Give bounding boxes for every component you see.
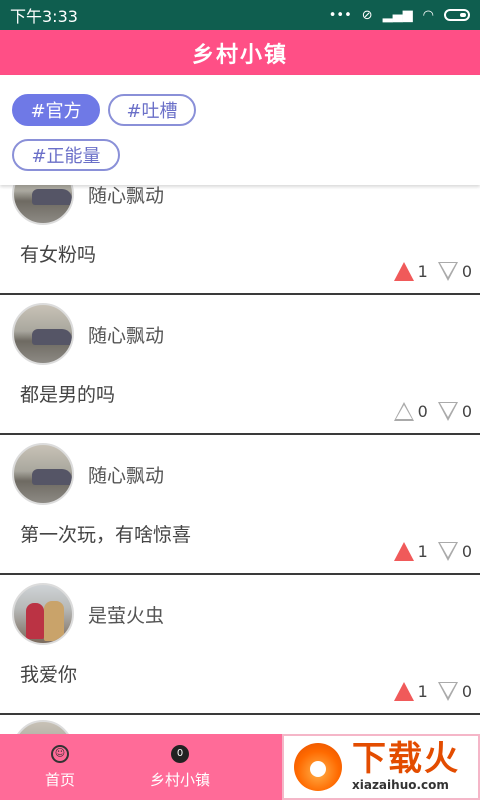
post-list[interactable]: 随心飘动 有女粉吗 1 0 随心飘动 都是男的吗 0 0 随心飘动 第一次玩，有… [0, 185, 480, 734]
avatar[interactable] [12, 185, 74, 225]
post-item-partial[interactable] [0, 715, 480, 734]
watermark-domain: xiazaihuo.com [352, 778, 449, 792]
mute-icon: ⊘ [361, 7, 373, 23]
signal-icon: ▂▄▆ [382, 7, 413, 23]
nav-village-town[interactable]: 0 乡村小镇 [120, 734, 240, 800]
nav-home-label: 首页 [44, 770, 75, 789]
downvote-count: 0 [461, 542, 472, 561]
watermark-text: 下载火 xiazaihuo.com [352, 742, 460, 792]
upvote-icon[interactable] [393, 682, 414, 701]
downvote-count: 0 [461, 402, 472, 421]
eye-icon: 0 [171, 744, 189, 763]
page-title: 乡村小镇 [191, 42, 288, 68]
download-fire-icon [294, 743, 342, 791]
tag-complaint[interactable]: #吐槽 [108, 94, 196, 126]
downvote-icon[interactable] [437, 542, 458, 561]
status-time: 下午3:33 [10, 7, 78, 26]
downvote-icon[interactable] [437, 402, 458, 421]
more-dots-icon: ••• [328, 7, 352, 23]
avatar[interactable] [12, 443, 74, 505]
smile-icon: ☺ [51, 744, 69, 763]
post-username[interactable]: 随心飘动 [88, 461, 164, 488]
watermark-logo: 下载火 xiazaihuo.com [282, 734, 480, 800]
nav-village-town-label: 乡村小镇 [149, 770, 210, 789]
downvote-count: 0 [461, 682, 472, 701]
post-item[interactable]: 随心飘动 都是男的吗 0 0 [0, 295, 480, 435]
downvote-icon[interactable] [437, 682, 458, 701]
post-username[interactable]: 随心飘动 [88, 185, 164, 208]
status-bar: 下午3:33 ••• ⊘ ▂▄▆ ◠ [0, 0, 480, 30]
battery-icon [444, 9, 470, 21]
post-item[interactable]: 随心飘动 有女粉吗 1 0 [0, 185, 480, 295]
tag-positive-energy[interactable]: #正能量 [12, 139, 120, 171]
post-content: 都是男的吗 [20, 384, 116, 406]
upvote-count: 1 [417, 682, 428, 701]
watermark-title: 下载火 [352, 739, 460, 779]
upvote-count: 0 [417, 402, 428, 421]
vote-controls: 1 0 [393, 682, 472, 701]
post-username[interactable]: 是萤火虫 [88, 601, 164, 628]
post-item[interactable]: 随心飘动 第一次玩，有啥惊喜 1 0 [0, 435, 480, 575]
post-content: 我爱你 [20, 664, 78, 686]
status-icons: ••• ⊘ ▂▄▆ ◠ [329, 8, 470, 23]
post-item[interactable]: 是萤火虫 我爱你 1 0 [0, 575, 480, 715]
upvote-icon[interactable] [393, 262, 414, 281]
vote-controls: 1 0 [393, 542, 472, 561]
vote-controls: 0 0 [393, 402, 472, 421]
post-content: 第一次玩，有啥惊喜 [20, 524, 192, 546]
upvote-icon[interactable] [393, 402, 414, 421]
avatar[interactable] [12, 720, 74, 734]
downvote-count: 0 [461, 262, 472, 281]
upvote-count: 1 [417, 542, 428, 561]
downvote-icon[interactable] [437, 262, 458, 281]
vote-controls: 1 0 [393, 262, 472, 281]
upvote-count: 1 [417, 262, 428, 281]
app-bar: 乡村小镇 [0, 30, 480, 75]
nav-home[interactable]: ☺ 首页 [0, 734, 120, 800]
avatar[interactable] [12, 583, 74, 645]
tag-official[interactable]: #官方 [12, 94, 100, 126]
upvote-icon[interactable] [393, 542, 414, 561]
avatar[interactable] [12, 303, 74, 365]
tag-filter-bar: #官方 #吐槽 #正能量 [0, 75, 480, 185]
wifi-icon: ◠ [422, 7, 434, 23]
post-username[interactable]: 随心飘动 [88, 321, 164, 348]
post-content: 有女粉吗 [20, 244, 97, 266]
